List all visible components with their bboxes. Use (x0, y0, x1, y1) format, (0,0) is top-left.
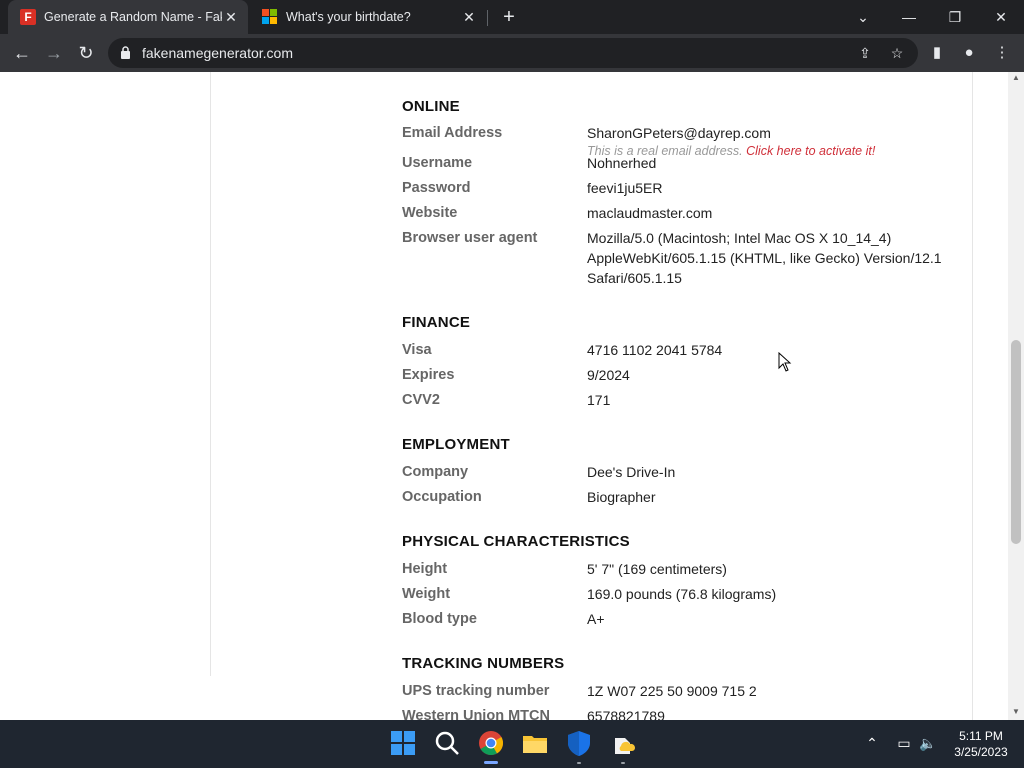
fakenamegenerator-icon: F (20, 9, 36, 25)
windows-start-icon[interactable] (388, 728, 418, 758)
address-bar[interactable]: fakenamegenerator.com ⇪ ☆ (108, 38, 918, 68)
volume-icon[interactable]: 🔈 (918, 733, 938, 753)
website-label: Website (402, 205, 458, 221)
cvv-value: 171 (587, 392, 611, 408)
weight-value: 169.0 pounds (76.8 kilograms) (587, 586, 777, 602)
system-clock[interactable]: 5:11 PM 3/25/2023 (948, 728, 1014, 760)
section-title-physical: PHYSICAL CHARACTERISTICS (402, 533, 630, 550)
windows-security-icon[interactable] (564, 728, 594, 758)
onedrive-icon[interactable] (608, 728, 638, 758)
visa-value: 4716 1102 2041 5784 (587, 342, 723, 358)
tab-bar: F Generate a Random Name - Fake ✕ What's… (0, 0, 1024, 34)
bookmark-star-icon[interactable]: ☆ (888, 44, 906, 62)
website-value: maclaudmaster.com (587, 205, 713, 221)
tab-title: What's your birthdate? (286, 10, 411, 24)
lock-icon (121, 46, 130, 59)
useragent-label: Browser user agent (402, 230, 538, 246)
occupation-label: Occupation (402, 489, 482, 505)
tab-search-button[interactable]: ⌄ (840, 0, 886, 34)
mouse-cursor-icon (778, 352, 792, 372)
side-panel-icon[interactable]: ▮ (927, 43, 947, 63)
page-scrollbar[interactable]: ▲ ▼ (1008, 72, 1024, 720)
activate-email-link[interactable]: Click here to activate it! (746, 144, 875, 158)
file-explorer-icon[interactable] (520, 728, 550, 758)
clock-date: 3/25/2023 (954, 745, 1008, 759)
expires-label: Expires (402, 367, 455, 383)
company-value: Dee's Drive-In (587, 464, 676, 480)
tab-title: Generate a Random Name - Fake (44, 10, 222, 24)
western-union-value: 6578821789 (587, 708, 665, 720)
ups-label: UPS tracking number (402, 683, 550, 699)
windows-taskbar: ⌃ ▭ 🔈 5:11 PM 3/25/2023 (0, 720, 1024, 768)
expires-value: 9/2024 (587, 367, 630, 383)
page-content: ONLINE Email Address SharonGPeters@dayre… (0, 72, 1024, 720)
tab-fake-name-generator[interactable]: F Generate a Random Name - Fake ✕ (8, 0, 248, 34)
close-tab-icon[interactable]: ✕ (222, 8, 240, 26)
column-divider-left (210, 72, 211, 676)
tab-birthdate[interactable]: What's your birthdate? ✕ (250, 0, 486, 34)
section-title-employment: EMPLOYMENT (402, 436, 510, 453)
show-hidden-icons-chevron-icon[interactable]: ⌃ (862, 733, 882, 753)
profile-icon[interactable]: ● (959, 43, 979, 63)
forward-button[interactable]: → (42, 41, 66, 65)
back-button[interactable]: ← (10, 41, 34, 65)
height-label: Height (402, 561, 448, 577)
tab-divider (487, 10, 488, 26)
new-tab-button[interactable]: + (498, 6, 520, 28)
password-value: feevi1ju5ER (587, 180, 663, 196)
running-app-indicator (621, 762, 625, 764)
username-value: Nohnerhed (587, 155, 657, 171)
browser-toolbar: ← → ↻ fakenamegenerator.com ⇪ ☆ ▮ ● ⋮ (0, 34, 1024, 72)
scrollbar-thumb[interactable] (1011, 340, 1021, 544)
cvv-label: CVV2 (402, 392, 440, 408)
ups-value: 1Z W07 225 50 9009 715 2 (587, 683, 757, 699)
minimize-button[interactable]: — (886, 0, 932, 34)
blood-type-label: Blood type (402, 611, 477, 627)
clock-time: 5:11 PM (959, 729, 1003, 743)
visa-label: Visa (402, 342, 432, 358)
scroll-up-arrow-icon[interactable]: ▲ (1012, 74, 1020, 82)
company-label: Company (402, 464, 469, 480)
useragent-value-line1: Mozilla/5.0 (Macintosh; Intel Mac OS X 1… (587, 230, 892, 246)
section-title-finance: FINANCE (402, 314, 471, 331)
close-window-button[interactable]: ✕ (978, 0, 1024, 34)
username-label: Username (402, 155, 473, 171)
restore-button[interactable]: ❐ (932, 0, 978, 34)
password-label: Password (402, 180, 471, 196)
reload-button[interactable]: ↻ (74, 41, 98, 65)
scroll-down-arrow-icon[interactable]: ▼ (1012, 708, 1020, 716)
western-union-label: Western Union MTCN (402, 708, 550, 720)
microsoft-icon (262, 9, 278, 25)
weight-label: Weight (402, 586, 451, 602)
close-tab-icon[interactable]: ✕ (460, 8, 478, 26)
search-icon[interactable] (432, 728, 462, 758)
menu-icon[interactable]: ⋮ (992, 43, 1012, 63)
email-value: SharonGPeters@dayrep.com (587, 125, 771, 141)
height-value: 5' 7" (169 centimeters) (587, 561, 727, 577)
useragent-value-line3: Safari/605.1.15 (587, 270, 682, 286)
occupation-value: Biographer (587, 489, 656, 505)
active-app-indicator (484, 761, 498, 764)
running-app-indicator (577, 762, 581, 764)
useragent-value-line2: AppleWebKit/605.1.15 (KHTML, like Gecko)… (587, 250, 942, 266)
chrome-icon[interactable] (476, 728, 506, 758)
column-divider-right (972, 72, 973, 720)
section-title-online: ONLINE (402, 98, 460, 115)
blood-type-value: A+ (587, 611, 605, 627)
email-label: Email Address (402, 125, 503, 141)
share-icon[interactable]: ⇪ (856, 44, 874, 62)
url-text: fakenamegenerator.com (142, 45, 293, 61)
section-title-tracking: TRACKING NUMBERS (402, 655, 565, 672)
network-icon[interactable]: ▭ (894, 733, 914, 753)
